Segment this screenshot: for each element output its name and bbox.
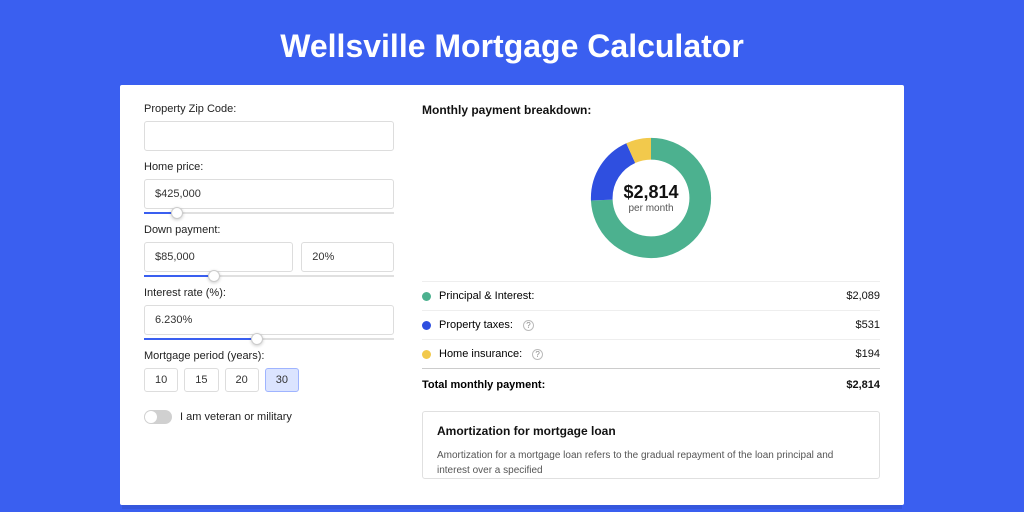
home-price-label: Home price: (144, 161, 394, 173)
interest-rate-slider[interactable] (144, 338, 394, 340)
breakdown-item-value: $2,089 (846, 290, 880, 302)
breakdown-row-principal: Principal & Interest: $2,089 (422, 281, 880, 310)
down-payment-pct-input[interactable] (301, 242, 394, 272)
home-price-slider[interactable] (144, 212, 394, 214)
breakdown-item-value: $531 (856, 319, 880, 331)
period-button-30[interactable]: 30 (265, 368, 299, 392)
input-panel: Property Zip Code: Home price: Down paym… (144, 103, 394, 505)
total-value: $2,814 (846, 379, 880, 391)
veteran-toggle[interactable] (144, 410, 172, 424)
slider-thumb[interactable] (208, 270, 220, 282)
donut-subtext: per month (628, 203, 673, 214)
donut-amount: $2,814 (623, 182, 678, 203)
donut-chart-wrap: $2,814 per month (422, 127, 880, 281)
period-button-20[interactable]: 20 (225, 368, 259, 392)
zip-input[interactable] (144, 121, 394, 151)
down-payment-slider[interactable] (144, 275, 394, 277)
period-button-15[interactable]: 15 (184, 368, 218, 392)
breakdown-item-label: Home insurance: (439, 348, 522, 360)
home-price-input[interactable] (144, 179, 394, 209)
period-button-group: 10 15 20 30 (144, 368, 394, 392)
slider-thumb[interactable] (171, 207, 183, 219)
breakdown-item-label: Property taxes: (439, 319, 513, 331)
help-icon[interactable]: ? (523, 320, 534, 331)
total-label: Total monthly payment: (422, 379, 545, 391)
results-panel: Monthly payment breakdown: $2,814 per mo… (422, 103, 880, 505)
zip-label: Property Zip Code: (144, 103, 394, 115)
donut-chart: $2,814 per month (586, 133, 716, 263)
period-button-10[interactable]: 10 (144, 368, 178, 392)
down-payment-label: Down payment: (144, 224, 394, 236)
breakdown-row-insurance: Home insurance: ? $194 (422, 339, 880, 368)
breakdown-row-taxes: Property taxes: ? $531 (422, 310, 880, 339)
amortization-text: Amortization for a mortgage loan refers … (437, 448, 865, 478)
calculator-card: Property Zip Code: Home price: Down paym… (120, 85, 904, 505)
breakdown-heading: Monthly payment breakdown: (422, 103, 880, 117)
interest-rate-input[interactable] (144, 305, 394, 335)
amortization-title: Amortization for mortgage loan (437, 424, 865, 438)
breakdown-item-label: Principal & Interest: (439, 290, 534, 302)
dot-icon (422, 321, 431, 330)
mortgage-period-label: Mortgage period (years): (144, 350, 394, 362)
veteran-toggle-row: I am veteran or military (144, 410, 394, 424)
down-payment-input[interactable] (144, 242, 293, 272)
amortization-box: Amortization for mortgage loan Amortizat… (422, 411, 880, 479)
interest-rate-label: Interest rate (%): (144, 287, 394, 299)
veteran-label: I am veteran or military (180, 411, 292, 423)
slider-thumb[interactable] (251, 333, 263, 345)
breakdown-item-value: $194 (856, 348, 880, 360)
dot-icon (422, 350, 431, 359)
dot-icon (422, 292, 431, 301)
help-icon[interactable]: ? (532, 349, 543, 360)
breakdown-row-total: Total monthly payment: $2,814 (422, 368, 880, 399)
page-title: Wellsville Mortgage Calculator (0, 0, 1024, 85)
